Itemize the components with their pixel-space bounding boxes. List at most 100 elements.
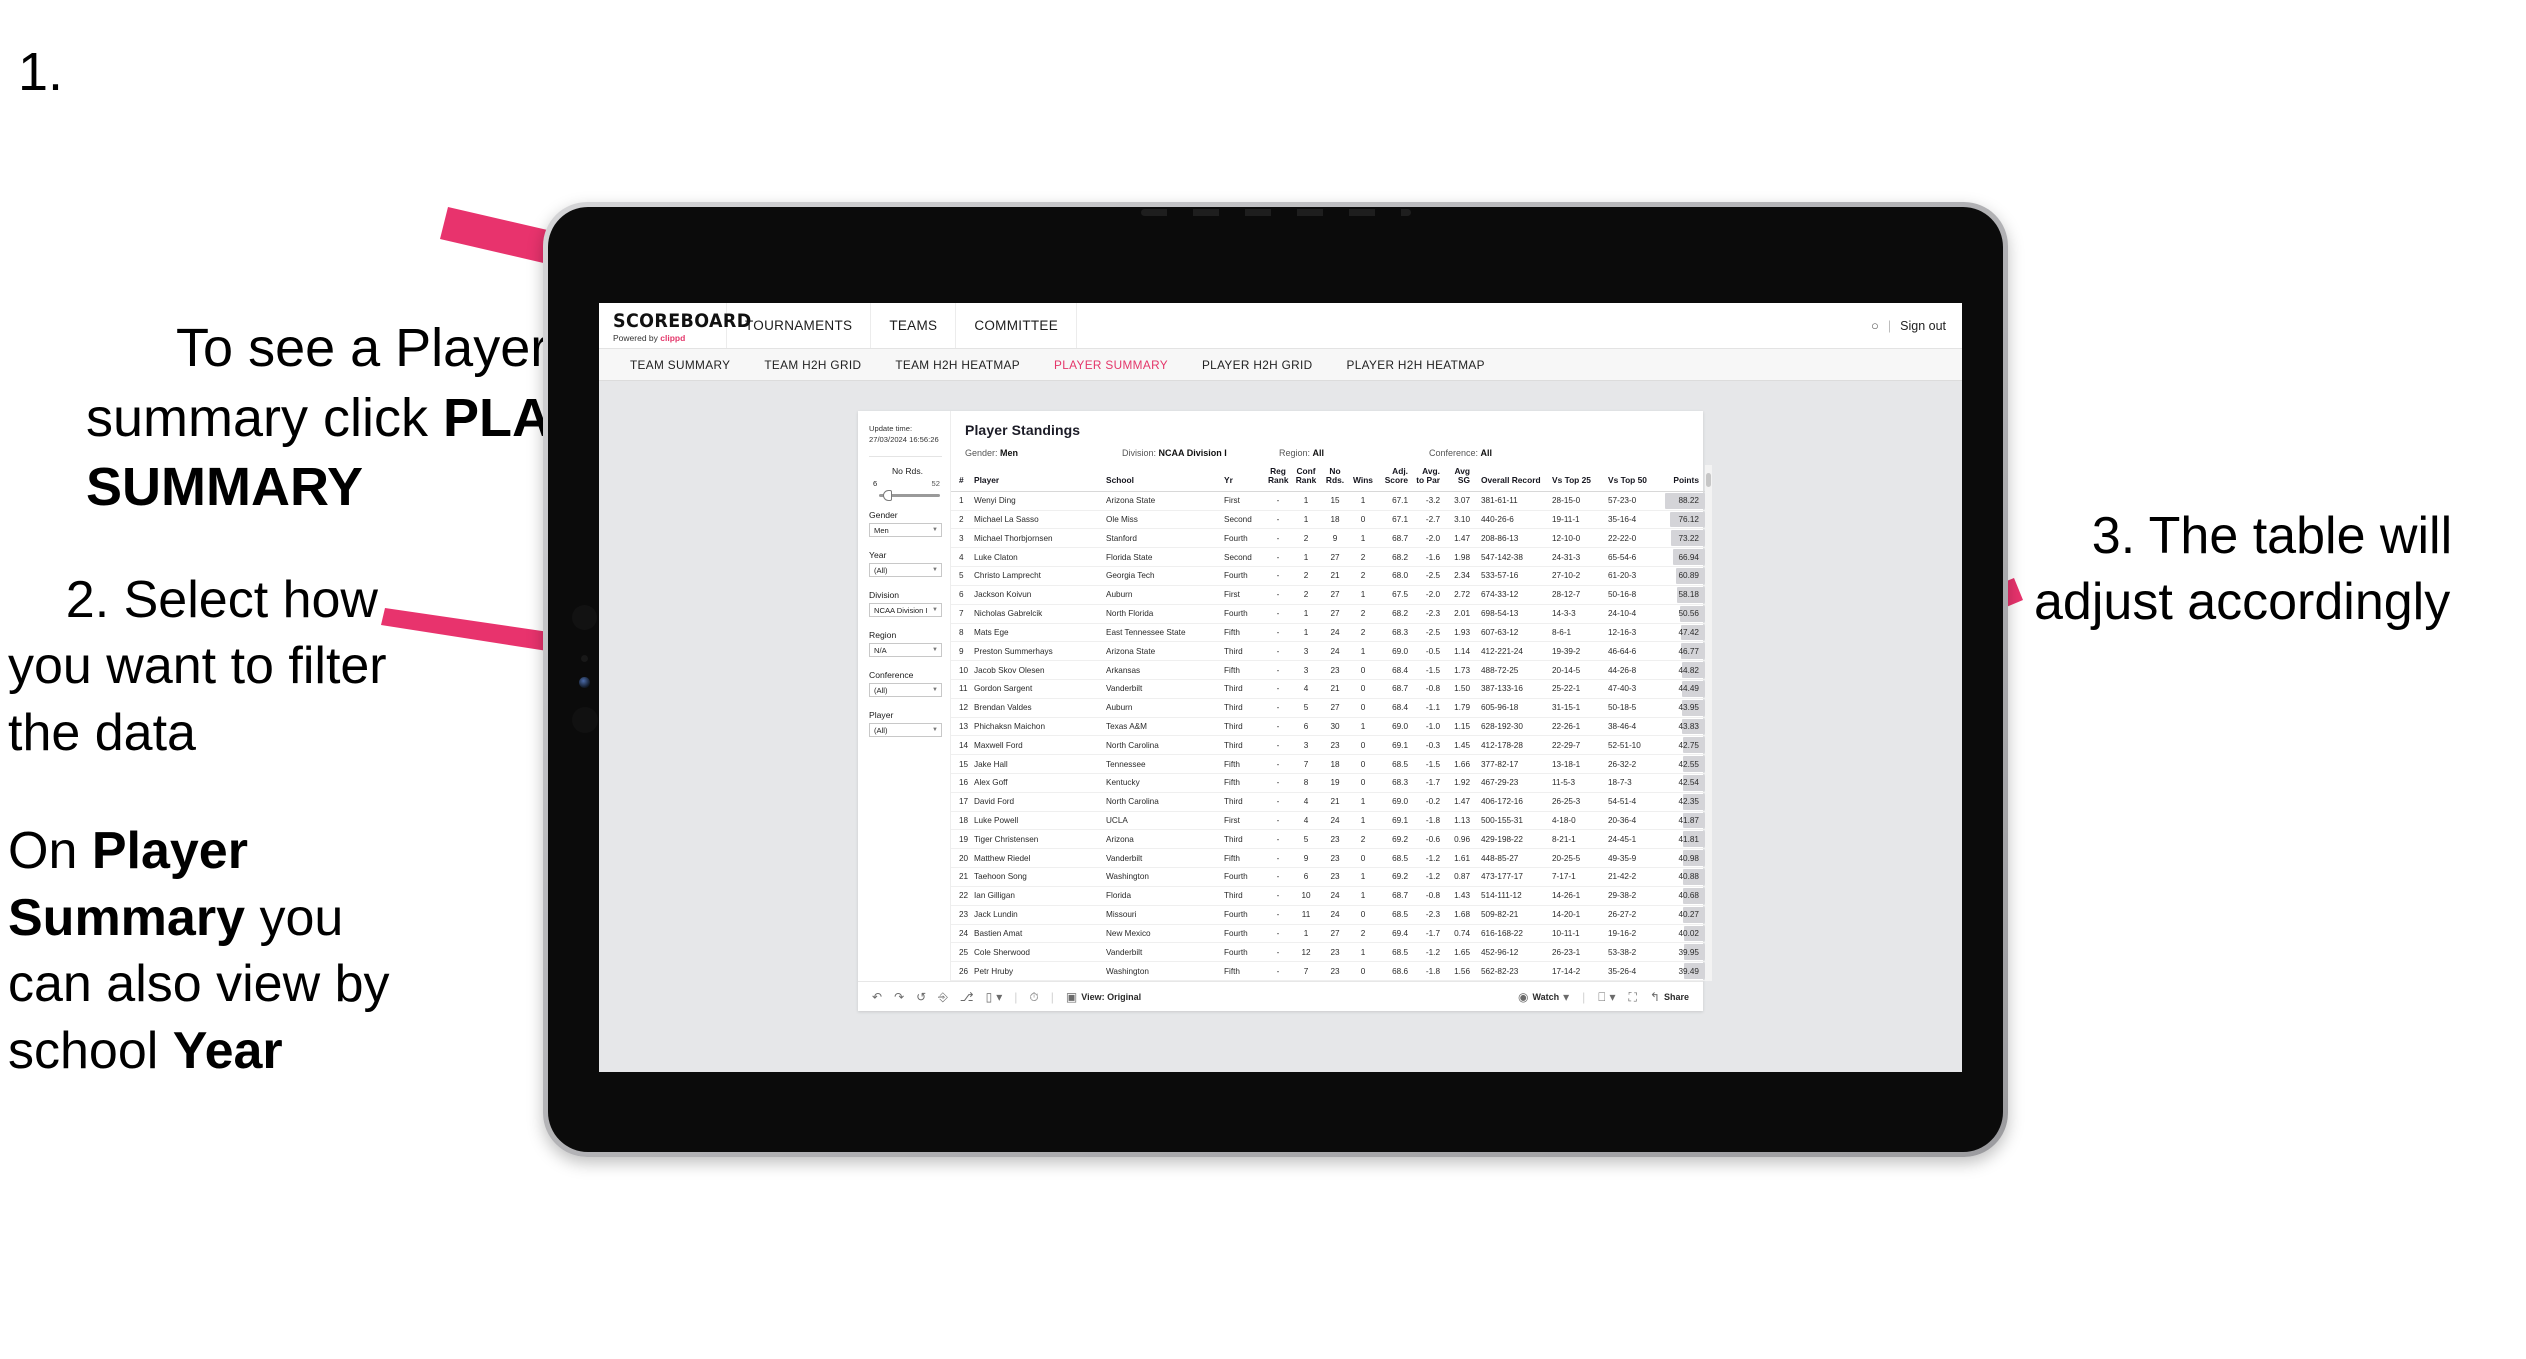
cell-avg-sg: 1.14: [1443, 641, 1473, 662]
subnav-team-h2h-heatmap[interactable]: TEAM H2H HEATMAP: [878, 358, 1037, 372]
table-row[interactable]: 6 Jackson Koivun Auburn First -2 27 1 67.5 -2.0 2…: [951, 585, 1705, 605]
revert-icon[interactable]: ↺: [916, 991, 926, 1003]
device-selector[interactable]: ▯ ▾: [986, 991, 1003, 1003]
cell-conf-rank: 6: [1291, 867, 1321, 887]
filter-conference-select[interactable]: (All) ▼: [869, 683, 942, 697]
subnav-player-h2h-grid[interactable]: PLAYER H2H GRID: [1185, 358, 1330, 372]
table-row[interactable]: 8 Mats Ege East Tennessee State Fifth -1 24 2 6…: [951, 623, 1705, 643]
topnav-teams[interactable]: TEAMS: [871, 303, 957, 348]
sign-out-button[interactable]: Sign out: [1900, 319, 1946, 333]
account-icon[interactable]: ○: [1871, 318, 1879, 333]
table-row[interactable]: 17 David Ford North Carolina Third -4 21 1 69.0…: [951, 792, 1705, 812]
table-row[interactable]: 21 Taehoon Song Washington Fourth -6 23 1 69.2-…: [951, 867, 1705, 887]
table-row[interactable]: 2 Michael La Sasso Ole Miss Second -1 18 0 67.1…: [951, 510, 1705, 530]
table-row[interactable]: 25 Cole Sherwood Vanderbilt Fourth -12 23 1 68.…: [951, 942, 1705, 963]
table-row[interactable]: 9 Preston Summerhays Arizona State Third -3 2…: [951, 641, 1705, 662]
subnav-player-h2h-heatmap[interactable]: PLAYER H2H HEATMAP: [1330, 358, 1502, 372]
cell-yr: First: [1221, 491, 1265, 511]
points-value: 44.49: [1678, 684, 1700, 694]
table-row[interactable]: 7 Nicholas Gabrelcik North Florida Fourth -1…: [951, 604, 1705, 624]
col-school[interactable]: School: [1103, 465, 1221, 492]
share-button[interactable]: ↰ Share: [1650, 991, 1689, 1003]
filter-region-select[interactable]: N/A ▼: [869, 643, 942, 657]
table-row[interactable]: 1 Wenyi Ding Arizona State First -1 15 1 67.1 -3…: [951, 491, 1705, 511]
standings-table-container: # Player School Yr Reg Rank Conf Rank No…: [951, 465, 1712, 981]
cell-school: Georgia Tech: [1103, 566, 1221, 586]
cell-avg-to-par: -1.8: [1411, 811, 1443, 831]
table-row[interactable]: 5 Christo Lamprecht Georgia Tech Fourth -2 21…: [951, 566, 1705, 586]
col-rank[interactable]: #: [951, 465, 971, 492]
refresh-icon[interactable]: ⎆: [938, 991, 948, 1003]
filter-year-select[interactable]: (All) ▼: [869, 563, 942, 577]
table-row[interactable]: 11 Gordon Sargent Vanderbilt Third -4 21 0 68.7…: [951, 679, 1705, 699]
cell-overall-record: 377-82-17: [1473, 754, 1549, 774]
col-avg-sg[interactable]: Avg SG: [1443, 465, 1473, 492]
table-row[interactable]: 19 Tiger Christensen Arizona Third -5 23 2 69.2…: [951, 829, 1705, 850]
filter-no-rds: No Rds. 6 52: [869, 466, 942, 501]
table-row[interactable]: 4 Luke Claton Florida State Second -1 27 2 68.2…: [951, 547, 1705, 568]
col-wins[interactable]: Wins: [1349, 465, 1377, 492]
col-conf-rank[interactable]: Conf Rank: [1291, 465, 1321, 492]
subnav-team-h2h-grid[interactable]: TEAM H2H GRID: [747, 358, 878, 372]
subnav-team-summary[interactable]: TEAM SUMMARY: [613, 358, 747, 372]
cell-no-rds: 24: [1321, 641, 1349, 662]
table-row[interactable]: 15 Jake Hall Tennessee Fifth -7 18 0 68.5 -1.5 1.…: [951, 754, 1705, 774]
fullscreen-icon[interactable]: ⛶: [1629, 991, 1637, 1003]
table-row[interactable]: 12 Brendan Valdes Auburn Third -5 27 0 68.4 -1.1…: [951, 698, 1705, 718]
col-adj-score[interactable]: Adj. Score: [1377, 465, 1411, 492]
filter-divider: [869, 456, 942, 457]
watch-label: Watch: [1532, 991, 1560, 1002]
table-row[interactable]: 23 Jack Lundin Missouri Fourth -11 24 0 68.5 -2.…: [951, 905, 1705, 925]
subnav-player-summary[interactable]: PLAYER SUMMARY: [1037, 358, 1185, 372]
filter-division-select[interactable]: NCAA Division I ▼: [869, 603, 942, 617]
undo-icon[interactable]: ↶: [872, 991, 882, 1003]
table-row[interactable]: 14 Maxwell Ford North Carolina Third -3 23 0 69…: [951, 735, 1705, 756]
points-value: 40.27: [1678, 910, 1700, 920]
table-row[interactable]: 18 Luke Powell UCLA First -4 24 1 69.1 -1.8 1.13 5…: [951, 811, 1705, 831]
col-vs-top-50[interactable]: Vs Top 50: [1605, 465, 1661, 492]
table-row[interactable]: 3 Michael Thorbjornsen Stanford Fourth -2 9 1 6…: [951, 528, 1705, 549]
col-vs-top-25[interactable]: Vs Top 25: [1549, 465, 1605, 492]
cell-avg-sg: 2.34: [1443, 566, 1473, 586]
cell-rank: 23: [951, 905, 971, 925]
col-no-rds[interactable]: No Rds.: [1321, 465, 1349, 492]
table-row[interactable]: 24 Bastien Amat New Mexico Fourth -1 27 2 69.4-…: [951, 924, 1705, 944]
col-avg-to-par[interactable]: Avg. to Par: [1411, 465, 1443, 492]
redo-icon[interactable]: ↷: [894, 991, 904, 1003]
table-row[interactable]: 16 Alex Goff Kentucky Fifth -8 19 0 68.3 -1.7 1.9…: [951, 773, 1705, 793]
filter-no-rds-slider[interactable]: [879, 490, 940, 501]
col-overall-record[interactable]: Overall Record: [1473, 465, 1549, 492]
filter-gender-select[interactable]: Men ▼: [869, 523, 942, 537]
download-button[interactable]: ⎕ ▾: [1598, 991, 1615, 1003]
table-row[interactable]: 20 Matthew Riedel Vanderbilt Fifth -9 23 0 68.5…: [951, 848, 1705, 869]
cell-reg-rank: -: [1265, 924, 1291, 944]
filter-player-select[interactable]: (All) ▼: [869, 723, 942, 737]
cell-points: 73.22: [1661, 528, 1705, 549]
watch-button[interactable]: ◉ Watch ▾: [1518, 991, 1569, 1003]
table-row[interactable]: 22 Ian Gilligan Florida Third -10 24 1 68.7 -0.8…: [951, 886, 1705, 906]
cell-points: 42.75: [1661, 735, 1705, 756]
col-yr[interactable]: Yr: [1221, 465, 1265, 492]
cell-player: Wenyi Ding: [971, 491, 1103, 511]
filter-no-rds-handle[interactable]: [882, 490, 892, 501]
table-row[interactable]: 13 Phichaksn Maichon Texas A&M Third -6 30 1 69…: [951, 717, 1705, 737]
cell-overall-record: 208-86-13: [1473, 528, 1549, 549]
table-row[interactable]: 10 Jacob Skov Olesen Arkansas Fifth -3 23 0 68.…: [951, 660, 1705, 680]
col-player[interactable]: Player: [971, 465, 1103, 492]
table-scrollbar[interactable]: [1705, 465, 1712, 981]
col-points[interactable]: Points: [1661, 465, 1705, 492]
view-original-button[interactable]: ▣ View: Original: [1066, 991, 1141, 1003]
pause-icon[interactable]: ⎇: [960, 991, 974, 1003]
cell-no-rds: 27: [1321, 924, 1349, 944]
col-reg-rank[interactable]: Reg Rank: [1265, 465, 1291, 492]
tablet-lens-icon: [579, 677, 590, 688]
annotation-step-2b-bold-2: Year: [172, 1021, 283, 1080]
table-row[interactable]: 26 Petr Hruby Washington Fifth -7 23 0 68.6 -1.8…: [951, 961, 1705, 981]
cell-rank: 9: [951, 641, 971, 662]
cell-avg-to-par: -0.5: [1411, 641, 1443, 662]
clock-icon[interactable]: ⏱: [1029, 991, 1038, 1003]
table-scrollbar-thumb[interactable]: [1706, 473, 1711, 487]
cell-player: Jacob Skov Olesen: [971, 660, 1103, 680]
cell-no-rds: 27: [1321, 698, 1349, 718]
topnav-committee[interactable]: COMMITTEE: [956, 303, 1078, 348]
